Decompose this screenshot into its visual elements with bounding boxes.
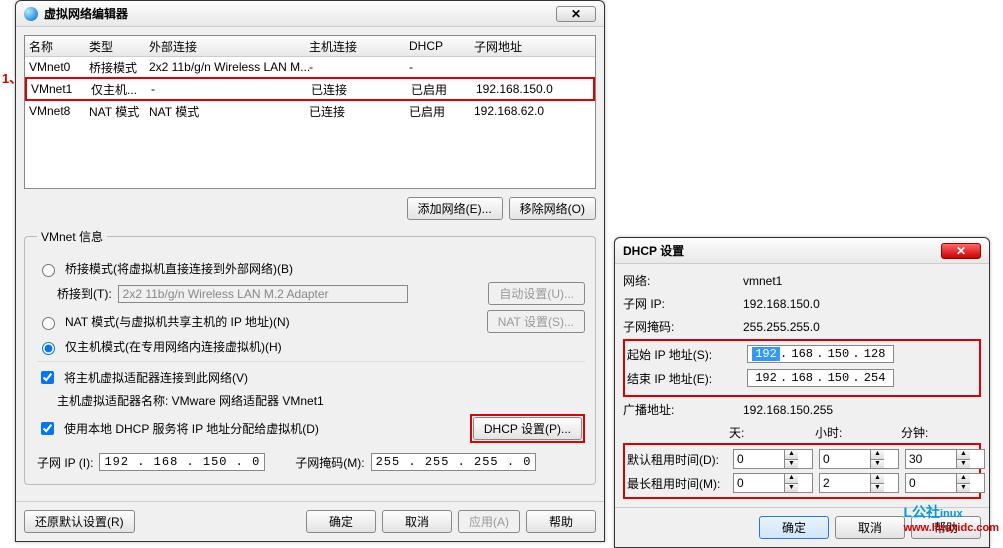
chk-connect-host-label: 将主机虚拟适配器连接到此网络(V) (64, 369, 248, 386)
close-button[interactable]: ✕ (556, 6, 596, 22)
col-subnet[interactable]: 子网地址 (474, 38, 591, 55)
dhcp-settings-button[interactable]: DHCP 设置(P)... (473, 417, 582, 440)
radio-hostonly-label: 仅主机模式(在专用网络内连接虚拟机)(H) (65, 338, 282, 355)
default-lease-label: 默认租用时间(D): (627, 451, 727, 468)
col-name[interactable]: 名称 (29, 38, 89, 55)
dhcp-subnet-value: 192.168.150.0 (743, 297, 981, 311)
subnet-mask-input[interactable]: 255 . 255 . 255 . 0 (371, 453, 537, 471)
chk-connect-host[interactable] (41, 371, 54, 384)
vmnet-info-group: VMnet 信息 桥接模式(将虚拟机直接连接到外部网络)(B) 桥接到(T): … (24, 228, 596, 485)
chk-use-dhcp[interactable] (41, 422, 54, 435)
nat-settings-button[interactable]: NAT 设置(S)... (487, 310, 585, 333)
spin-down-icon[interactable]: ▼ (784, 460, 798, 469)
def-hours-input[interactable]: ▲▼ (819, 449, 899, 469)
def-mins-input[interactable]: ▲▼ (905, 449, 985, 469)
col-type[interactable]: 类型 (89, 38, 149, 55)
end-ip-label: 结束 IP 地址(E): (627, 370, 747, 387)
app-icon (24, 7, 38, 21)
dhcp-close-button[interactable]: ✕ (941, 243, 981, 259)
broadcast-label: 广播地址: (623, 401, 743, 418)
minutes-header: 分钟: (901, 424, 981, 441)
remove-network-button[interactable]: 移除网络(O) (509, 197, 596, 220)
max-days-input[interactable]: ▲▼ (733, 473, 813, 493)
col-host[interactable]: 主机连接 (309, 38, 409, 55)
start-ip-input[interactable]: ... (747, 345, 894, 363)
restore-defaults-button[interactable]: 还原默认设置(R) (24, 510, 135, 533)
watermark: L公社inux www.linuxidc.com (903, 502, 999, 534)
dhcp-title: DHCP 设置 (623, 242, 941, 259)
table-row[interactable]: VMnet8 NAT 模式 NAT 模式 已连接 已启用 192.168.62.… (25, 101, 595, 121)
radio-nat-label: NAT 模式(与虚拟机共享主机的 IP 地址)(N) (65, 313, 290, 330)
radio-bridge[interactable] (42, 264, 55, 277)
start-ip-label: 起始 IP 地址(S): (627, 346, 747, 363)
def-days-input[interactable]: ▲▼ (733, 449, 813, 469)
radio-hostonly[interactable] (42, 342, 55, 355)
dhcp-cancel-button[interactable]: 取消 (835, 516, 905, 539)
bridge-to-label: 桥接到(T): (57, 285, 112, 302)
col-external[interactable]: 外部连接 (149, 38, 309, 55)
hours-header: 小时: (815, 424, 895, 441)
col-dhcp[interactable]: DHCP (409, 39, 474, 53)
auto-settings-button[interactable]: 自动设置(U)... (488, 282, 585, 305)
dhcp-net-label: 网络: (623, 272, 743, 289)
titlebar[interactable]: 虚拟网络编辑器 ✕ (16, 1, 604, 27)
dhcp-ok-button[interactable]: 确定 (759, 516, 829, 539)
vnet-editor-window: 虚拟网络编辑器 ✕ 名称 类型 外部连接 主机连接 DHCP 子网地址 VMne… (15, 0, 605, 542)
spin-up-icon[interactable]: ▲ (784, 450, 798, 460)
max-hours-input[interactable]: ▲▼ (819, 473, 899, 493)
chk-use-dhcp-label: 使用本地 DHCP 服务将 IP 地址分配给虚拟机(D) (64, 420, 319, 437)
radio-nat[interactable] (42, 317, 55, 330)
subnet-ip-input[interactable]: 192 . 168 . 150 . 0 (99, 453, 265, 471)
broadcast-value: 192.168.150.255 (743, 403, 981, 417)
dhcp-subnet-label: 子网 IP: (623, 295, 743, 312)
days-header: 天: (729, 424, 809, 441)
max-mins-input[interactable]: ▲▼ (905, 473, 985, 493)
adapter-name-text: 主机虚拟适配器名称: VMware 网络适配器 VMnet1 (57, 392, 324, 409)
vnet-table[interactable]: 名称 类型 外部连接 主机连接 DHCP 子网地址 VMnet0 桥接模式 2x… (24, 35, 596, 189)
max-lease-label: 最长租用时间(M): (627, 475, 727, 492)
dhcp-mask-label: 子网掩码: (623, 318, 743, 335)
help-button[interactable]: 帮助 (526, 510, 596, 533)
apply-button[interactable]: 应用(A) (458, 510, 520, 533)
end-ip-input[interactable]: ... (747, 369, 894, 387)
dhcp-titlebar[interactable]: DHCP 设置 ✕ (615, 238, 989, 264)
radio-bridge-label: 桥接模式(将虚拟机直接连接到外部网络)(B) (65, 260, 293, 277)
bridge-adapter-select[interactable] (118, 285, 408, 303)
table-row-selected[interactable]: VMnet1 仅主机... - 已连接 已启用 192.168.150.0 (25, 77, 595, 101)
dhcp-mask-value: 255.255.255.0 (743, 320, 981, 334)
ok-button[interactable]: 确定 (306, 510, 376, 533)
table-header: 名称 类型 外部连接 主机连接 DHCP 子网地址 (25, 36, 595, 57)
subnet-ip-label: 子网 IP (I): (37, 454, 93, 471)
cancel-button[interactable]: 取消 (382, 510, 452, 533)
dhcp-net-value: vmnet1 (743, 274, 981, 288)
table-row[interactable]: VMnet0 桥接模式 2x2 11b/g/n Wireless LAN M..… (25, 57, 595, 77)
window-title: 虚拟网络编辑器 (44, 5, 556, 22)
vmnet-info-legend: VMnet 信息 (37, 228, 107, 245)
add-network-button[interactable]: 添加网络(E)... (407, 197, 503, 220)
subnet-mask-label: 子网掩码(M): (295, 454, 364, 471)
